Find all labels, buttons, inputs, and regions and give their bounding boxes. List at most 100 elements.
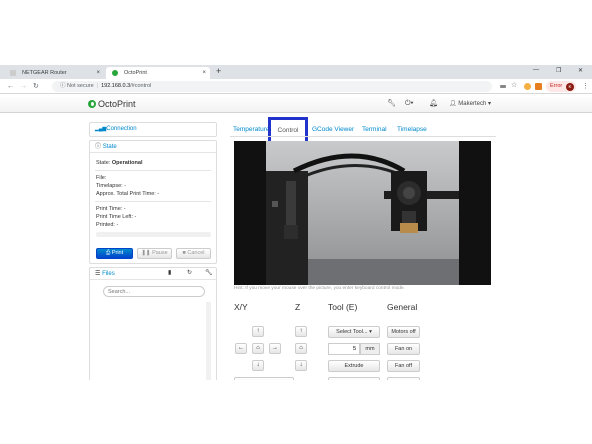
wrench-icon[interactable]: 🔧︎ (205, 270, 213, 277)
home-icon: ⌂ (256, 345, 260, 351)
octoprint-logo-icon (88, 100, 96, 108)
extrude-amount-input[interactable] (328, 343, 360, 355)
close-tab-icon[interactable]: × (202, 67, 206, 79)
extrude-button[interactable]: Extrude (328, 360, 380, 372)
wrench-icon[interactable]: 🔧︎ (387, 99, 396, 109)
info-icon: ⓘ (60, 83, 66, 89)
security-label: Not secure (67, 83, 94, 89)
brand-name: OctoPrint (98, 99, 136, 109)
printed-line: Printed: - (96, 222, 119, 228)
tab-temperature[interactable]: Temperature (233, 126, 270, 133)
tab-timelapse[interactable]: Timelapse (397, 126, 427, 133)
extension-icon[interactable] (535, 83, 542, 90)
progress-bar (96, 232, 211, 237)
x-minus-button[interactable]: ← (235, 343, 247, 354)
state-line: State: Operational (96, 160, 143, 166)
home-xy-button[interactable]: ⌂ (252, 343, 264, 354)
user-icon: 👤︎ (449, 101, 457, 107)
browser-tab-netgear[interactable]: NETGEAR Router × (4, 67, 104, 79)
files-scrollbar[interactable] (206, 302, 211, 386)
octoprint-favicon-icon (112, 70, 118, 76)
bell-icon[interactable]: 🔔︎ (429, 99, 438, 109)
select-tool-dropdown[interactable]: Select Tool... ▾ (328, 326, 380, 338)
pause-icon: ❚❚ (141, 250, 151, 256)
close-tab-icon[interactable]: × (96, 67, 100, 79)
tab-terminal[interactable]: Terminal (362, 126, 387, 133)
list-icon: ☰ (95, 271, 101, 277)
browser-toolbar: ← → ↻ ⓘ Not secure | 192.168.0.3/#control … (0, 79, 592, 94)
print-time-left-line: Print Time Left: - (96, 214, 137, 220)
tab-gcode-viewer[interactable]: GCode Viewer (312, 126, 354, 133)
xy-heading: X/Y (234, 302, 248, 312)
new-tab-button[interactable]: + (216, 66, 221, 76)
search-input[interactable] (103, 286, 205, 297)
state-value: Operational (111, 160, 143, 166)
fan-on-button[interactable]: Fan on (387, 343, 420, 355)
motors-off-button[interactable]: Motors off (387, 326, 420, 338)
arrow-down-icon: ↓ (299, 362, 303, 368)
close-window-button[interactable]: ✕ (578, 67, 583, 74)
arrow-down-icon: ↓ (256, 362, 260, 368)
state-header[interactable]: ⓘ State (90, 141, 216, 153)
files-header[interactable]: ☰ Files ▮ ↻ 🔧︎ (90, 268, 216, 280)
back-icon[interactable]: ← (7, 82, 14, 91)
home-z-button[interactable]: ⌂ (295, 343, 307, 354)
webcam-hint: Hint: If you move your mouse over the pi… (234, 286, 405, 291)
approx-time-line: Approx. Total Print Time: - (96, 191, 160, 197)
octoprint-logo[interactable]: OctoPrint (88, 98, 136, 110)
timelapse-line: Timelapse: - (96, 183, 127, 189)
info-icon: ⓘ (95, 144, 102, 150)
z-heading: Z (295, 302, 301, 312)
avatar: K (566, 82, 574, 91)
x-plus-button[interactable]: → (269, 343, 281, 354)
url-host: 192.168.0.3 (101, 83, 131, 89)
divider (95, 170, 211, 171)
pause-button[interactable]: ❚❚ Pause (137, 248, 172, 259)
reload-icon[interactable]: ↻ (33, 82, 39, 91)
new-file-icon[interactable]: ▮ (168, 270, 171, 277)
restore-button[interactable]: ❐ (556, 67, 561, 74)
fan-off-button[interactable]: Fan off (387, 360, 420, 372)
menu-icon[interactable]: ⋮ (582, 82, 589, 91)
webcam-stream[interactable] (234, 141, 491, 285)
arrow-left-icon: ← (238, 345, 244, 351)
caret-down-icon: ▾ (369, 329, 372, 335)
divider (95, 201, 211, 202)
url-path: /#control (130, 83, 152, 89)
tool-heading: Tool (E) (328, 302, 358, 312)
extension-icon[interactable] (524, 83, 531, 90)
connection-header[interactable]: ▂▄▆Connection (90, 123, 216, 135)
key-icon[interactable] (500, 85, 506, 88)
webcam-image (234, 141, 491, 285)
user-menu[interactable]: 👤︎ Makertech ▾ (449, 100, 491, 107)
cancel-button[interactable]: ■ Cancel (176, 248, 211, 259)
forward-icon[interactable]: → (20, 82, 27, 91)
power-icon[interactable]: ⏻▾ (405, 99, 413, 109)
y-plus-button[interactable]: ↑ (252, 326, 264, 337)
extrude-amount-group: mm (328, 343, 380, 355)
z-minus-button[interactable]: ↓ (295, 360, 307, 371)
print-button[interactable]: ⎙ Print (96, 248, 133, 259)
address-bar[interactable]: ⓘ Not secure | 192.168.0.3/#control (52, 81, 492, 92)
state-panel: ⓘ State State: Operational File: Timelap… (89, 140, 217, 264)
page-bottom-mask (0, 380, 592, 444)
stop-icon: ■ (182, 250, 186, 256)
user-name: Makertech (458, 101, 487, 107)
print-time-line: Print Time: - (96, 206, 126, 212)
print-icon: ⎙ (105, 250, 111, 256)
browser-tab-octoprint[interactable]: OctoPrint × (106, 67, 210, 79)
star-icon[interactable]: ☆ (511, 81, 518, 89)
browser-tab-strip: NETGEAR Router × OctoPrint × + — ❐ ✕ (0, 65, 592, 79)
z-plus-button[interactable]: ↑ (295, 326, 307, 337)
browser-tab-title: OctoPrint (124, 70, 147, 76)
files-panel: ☰ Files ▮ ↻ 🔧︎ (89, 267, 217, 387)
home-icon: ⌂ (299, 345, 303, 351)
profile-error-button[interactable]: Error K (546, 81, 576, 92)
refresh-icon[interactable]: ↻ (187, 270, 192, 277)
file-line: File: (96, 175, 107, 181)
netgear-favicon-icon (10, 70, 16, 76)
error-label: Error (550, 83, 563, 89)
tabs-divider (230, 136, 496, 137)
y-minus-button[interactable]: ↓ (252, 360, 264, 371)
minimize-button[interactable]: — (533, 67, 539, 73)
